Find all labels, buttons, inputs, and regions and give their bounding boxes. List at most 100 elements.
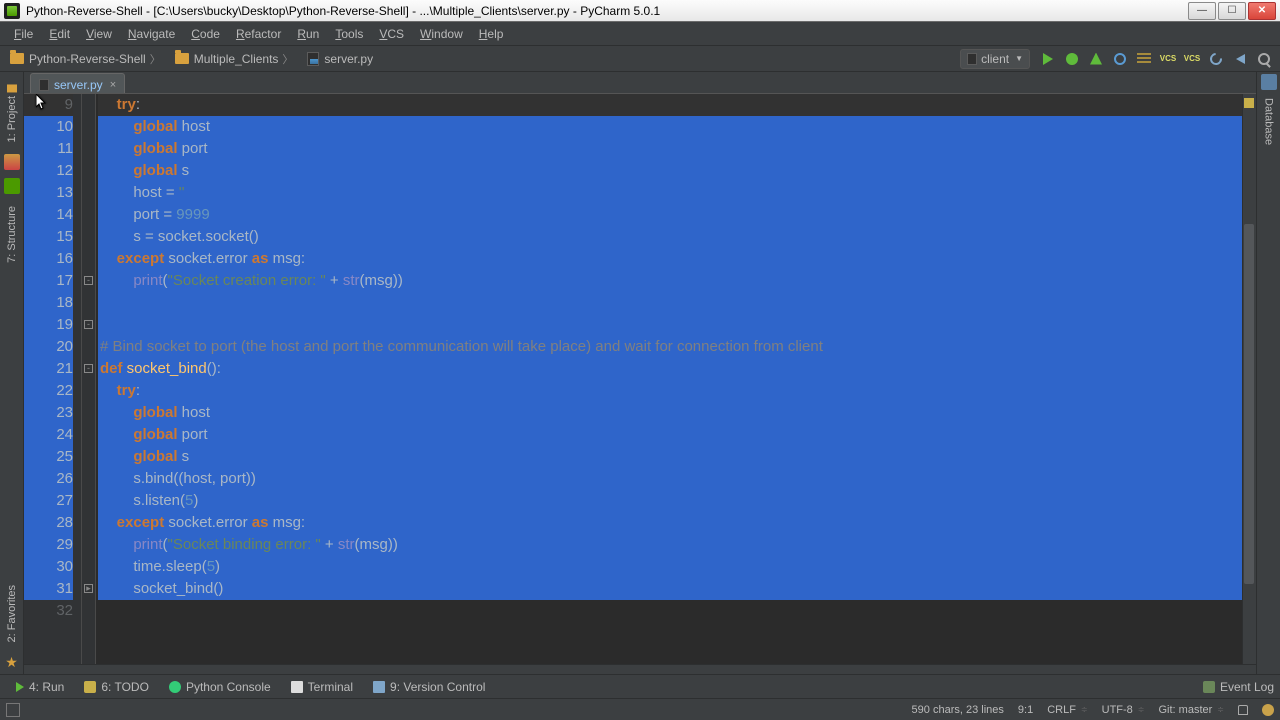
code-editor[interactable]: 9101112131415161718192021222324252627282… — [24, 94, 1256, 664]
file-tab-server[interactable]: server.py × — [30, 73, 125, 93]
line-number[interactable]: 17 — [24, 270, 73, 292]
menu-vcs[interactable]: VCS — [371, 25, 412, 43]
code-line[interactable]: port = 9999 — [98, 204, 1242, 226]
line-number[interactable]: 11 — [24, 138, 73, 160]
code-line[interactable]: try: — [98, 380, 1242, 402]
bottom-tab-terminal[interactable]: Terminal — [281, 678, 363, 696]
code-line[interactable]: def socket_bind(): — [98, 358, 1242, 380]
breadcrumb-1[interactable]: Multiple_Clients〉 — [169, 50, 300, 68]
line-number[interactable]: 16 — [24, 248, 73, 270]
coverage-button[interactable] — [1087, 50, 1105, 68]
run-configuration-dropdown[interactable]: client ▼ — [960, 49, 1030, 69]
line-number[interactable]: 18 — [24, 292, 73, 314]
database-icon[interactable] — [1261, 74, 1277, 90]
code-line[interactable]: global host — [98, 116, 1242, 138]
line-number[interactable]: 9 — [24, 94, 73, 116]
line-number[interactable]: 23 — [24, 402, 73, 424]
bottom-tab-version-control[interactable]: 9: Version Control — [363, 678, 495, 696]
code-line[interactable]: except socket.error as msg: — [98, 248, 1242, 270]
sidetab-database[interactable]: Database — [1261, 94, 1277, 149]
sidetab-favorites[interactable]: 2: Favorites — [4, 579, 20, 648]
line-number[interactable]: 15 — [24, 226, 73, 248]
commit-button[interactable]: VCS — [1183, 50, 1201, 68]
menu-navigate[interactable]: Navigate — [120, 25, 183, 43]
code-body[interactable]: try: global host global port global s ho… — [96, 94, 1242, 664]
scrollbar-thumb[interactable] — [1244, 224, 1254, 584]
sideicon-red[interactable] — [4, 154, 20, 170]
code-line[interactable] — [98, 600, 1242, 622]
menu-refactor[interactable]: Refactor — [228, 25, 289, 43]
update-project-button[interactable]: VCS — [1159, 50, 1177, 68]
sidetab-project[interactable]: 1: Project — [4, 78, 20, 148]
menu-window[interactable]: Window — [412, 25, 471, 43]
line-number[interactable]: 14 — [24, 204, 73, 226]
menu-run[interactable]: Run — [289, 25, 327, 43]
line-number[interactable]: 12 — [24, 160, 73, 182]
code-line[interactable]: socket_bind() — [98, 578, 1242, 600]
line-number[interactable]: 10 — [24, 116, 73, 138]
status-encoding[interactable]: UTF-8≑ — [1102, 704, 1145, 716]
code-line[interactable]: global port — [98, 138, 1242, 160]
lock-icon[interactable] — [1238, 705, 1248, 715]
breadcrumb-0[interactable]: Python-Reverse-Shell〉 — [4, 50, 167, 68]
code-line[interactable]: host = '' — [98, 182, 1242, 204]
sidetab-structure[interactable]: 7: Structure — [4, 200, 20, 269]
editor-scrollbar[interactable] — [1242, 94, 1256, 664]
menu-file[interactable]: File — [6, 25, 41, 43]
code-line[interactable]: global port — [98, 424, 1242, 446]
code-line[interactable]: global host — [98, 402, 1242, 424]
inspection-indicator[interactable] — [1244, 98, 1254, 108]
status-line-separator[interactable]: CRLF≑ — [1047, 704, 1087, 716]
line-number-gutter[interactable]: 9101112131415161718192021222324252627282… — [24, 94, 82, 664]
line-number[interactable]: 31 — [24, 578, 73, 600]
line-number[interactable]: 30 — [24, 556, 73, 578]
line-number[interactable]: 29 — [24, 534, 73, 556]
vcs-revert-button[interactable] — [1231, 50, 1249, 68]
bottom-tab-run[interactable]: 4: Run — [6, 678, 74, 696]
menu-code[interactable]: Code — [183, 25, 228, 43]
menu-tools[interactable]: Tools — [327, 25, 371, 43]
close-tab-icon[interactable]: × — [110, 79, 116, 91]
line-number[interactable]: 27 — [24, 490, 73, 512]
horizontal-scrollbar[interactable] — [24, 664, 1256, 674]
menu-view[interactable]: View — [78, 25, 120, 43]
status-git-branch[interactable]: Git: master≑ — [1159, 704, 1225, 716]
breadcrumb-2[interactable]: server.py — [301, 51, 379, 67]
menu-help[interactable]: Help — [471, 25, 512, 43]
code-line[interactable]: s.bind((host, port)) — [98, 468, 1242, 490]
code-line[interactable]: time.sleep(5) — [98, 556, 1242, 578]
code-line[interactable]: try: — [98, 94, 1242, 116]
menu-edit[interactable]: Edit — [41, 25, 78, 43]
line-number[interactable]: 24 — [24, 424, 73, 446]
sideicon-green[interactable] — [4, 178, 20, 194]
code-line[interactable] — [98, 292, 1242, 314]
code-line[interactable]: except socket.error as msg: — [98, 512, 1242, 534]
vcs-history-back-button[interactable] — [1207, 50, 1225, 68]
run-button[interactable] — [1039, 50, 1057, 68]
line-number[interactable]: 20 — [24, 336, 73, 358]
line-number[interactable]: 28 — [24, 512, 73, 534]
fold-column[interactable]: ---▸ — [82, 94, 96, 664]
code-line[interactable]: print("Socket creation error: " + str(ms… — [98, 270, 1242, 292]
code-line[interactable]: global s — [98, 160, 1242, 182]
bottom-tab-python-console[interactable]: Python Console — [159, 678, 281, 696]
ide-status-icon[interactable] — [1262, 704, 1274, 716]
line-number[interactable]: 26 — [24, 468, 73, 490]
event-log-button[interactable]: Event Log — [1203, 680, 1274, 694]
fold-toggle[interactable]: - — [84, 276, 93, 285]
status-caret-position[interactable]: 9:1 — [1018, 704, 1033, 716]
line-number[interactable]: 13 — [24, 182, 73, 204]
maximize-button[interactable]: ☐ — [1218, 2, 1246, 20]
fold-toggle[interactable]: - — [84, 320, 93, 329]
stop-button[interactable] — [1111, 50, 1129, 68]
line-number[interactable]: 21 — [24, 358, 73, 380]
bottom-tab-todo[interactable]: 6: TODO — [74, 678, 159, 696]
debug-button[interactable] — [1063, 50, 1081, 68]
line-number[interactable]: 19 — [24, 314, 73, 336]
code-line[interactable]: s = socket.socket() — [98, 226, 1242, 248]
fold-toggle[interactable]: ▸ — [84, 584, 93, 593]
code-line[interactable]: s.listen(5) — [98, 490, 1242, 512]
search-everywhere-button[interactable] — [1255, 50, 1273, 68]
tool-windows-toggle[interactable] — [6, 703, 20, 717]
code-line[interactable] — [98, 314, 1242, 336]
